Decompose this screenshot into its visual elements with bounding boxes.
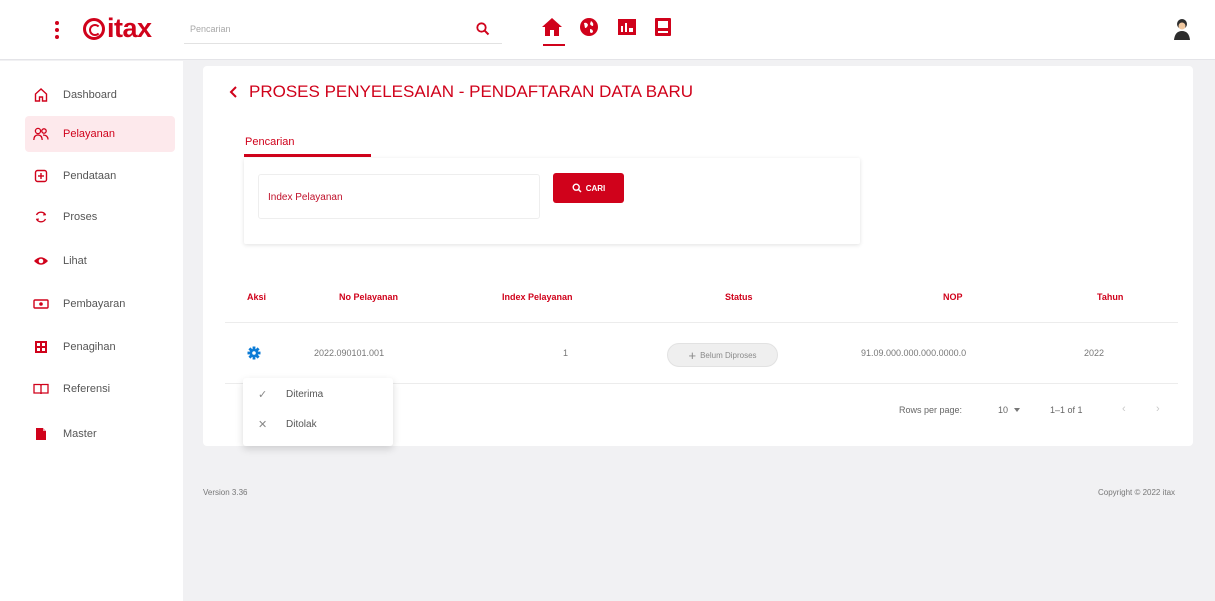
index-pelayanan-placeholder: Index Pelayanan [268,192,343,203]
sidebar-item-label: Pembayaran [63,298,126,310]
sidebar-item-label: Pendataan [63,170,117,182]
file-icon [33,426,49,442]
sidebar-item-dashboard[interactable]: Dashboard [25,77,175,113]
page-title: PROSES PENYELESAIAN - PENDAFTARAN DATA B… [227,82,693,102]
column-header-tahun: Tahun [1097,292,1124,302]
cell-no-pelayanan: 2022.090101.001 [314,348,385,358]
sidebar-item-master[interactable]: Master [25,416,175,452]
search-button[interactable]: CARI [553,173,624,203]
sidebar-item-proses[interactable]: Proses [25,199,175,235]
action-menu: ✓ Diterima ✕ Ditolak [243,378,393,446]
sidebar-item-label: Lihat [63,255,87,267]
menu-item-ditolak[interactable]: ✕ Ditolak [258,418,317,431]
gear-icon[interactable] [247,346,261,360]
cell-index-pelayanan: 1 [563,348,569,358]
rows-per-page-label: Rows per page: [899,405,963,415]
sidebar-item-label: Penagihan [63,341,116,353]
close-icon: ✕ [258,419,268,431]
sidebar-item-referensi[interactable]: Referensi [25,371,175,407]
header-divider [225,322,1178,323]
chevron-down-icon[interactable] [1014,408,1020,412]
column-header-no-pelayanan: No Pelayanan [339,292,399,302]
avatar[interactable] [1172,18,1192,40]
column-header-index-pelayanan: Index Pelayanan [502,292,573,302]
top-bar: itax [0,0,1215,60]
billing-icon [33,339,49,355]
column-header-aksi: Aksi [247,292,267,302]
menu-item-diterima[interactable]: ✓ Diterima [258,388,323,401]
sidebar-item-lihat[interactable]: Lihat [25,243,175,279]
sidebar-item-pembayaran[interactable]: Pembayaran [25,286,175,322]
logo-text: itax [107,13,152,43]
book-open-icon [33,381,49,397]
search-icon[interactable] [475,21,491,37]
rows-per-page-select[interactable]: 10 [998,405,1008,415]
menu-item-label: Ditolak [286,419,317,430]
tab-indicator [244,154,371,157]
sidebar-item-label: Pelayanan [63,128,115,140]
users-icon [33,126,49,142]
book-icon[interactable] [651,15,675,39]
cell-tahun: 2022 [1084,348,1105,358]
payment-icon [33,296,49,312]
sidebar-item-label: Referensi [63,383,111,395]
version-text: Version 3.36 [203,488,248,497]
sidebar-item-label: Master [63,428,97,440]
sidebar-item-pelayanan[interactable]: Pelayanan [25,116,175,152]
sidebar-item-label: Dashboard [63,89,117,101]
search-button-label: CARI [585,183,606,193]
plus-square-icon [33,168,49,184]
search-icon [572,183,582,193]
column-header-status: Status [725,292,753,302]
sidebar-item-penagihan[interactable]: Penagihan [25,329,175,365]
copyright-text: Copyright © 2022 itax [1098,488,1176,497]
plus-icon: + [688,347,697,363]
refresh-icon [33,209,49,225]
check-icon: ✓ [258,389,268,401]
tab-pencarian[interactable]: Pencarian [245,136,295,148]
column-header-nop: NOP [943,292,963,302]
sidebar: Dashboard Pelayanan Pendataan Proses Lih… [0,61,183,601]
search-input[interactable] [190,20,460,38]
page-range: 1–1 of 1 [1050,405,1083,415]
page-title-text: PROSES PENYELESAIAN - PENDAFTARAN DATA B… [249,82,693,101]
chevron-left-icon[interactable]: ‹ [1122,403,1126,415]
active-nav-indicator [543,44,565,46]
home-icon[interactable] [540,15,564,39]
cell-nop: 91.09.000.000.000.0000.0 [861,348,967,358]
app-logo[interactable]: itax [83,13,152,44]
search-box [184,14,502,44]
back-chevron-icon[interactable] [227,85,241,99]
status-badge[interactable]: + Belum Diproses [667,343,778,367]
sidebar-item-pendataan[interactable]: Pendataan [25,158,175,194]
logo-mark-icon [83,18,105,40]
menu-dots-icon[interactable] [49,19,65,41]
sidebar-item-label: Proses [63,211,98,223]
status-badge-label: Belum Diproses [700,350,757,360]
menu-item-label: Diterima [286,389,324,400]
report-icon[interactable] [615,15,639,39]
home-outline-icon [33,87,49,103]
chevron-right-icon[interactable]: › [1156,403,1160,415]
eye-icon [33,253,49,269]
globe-icon[interactable] [577,15,601,39]
